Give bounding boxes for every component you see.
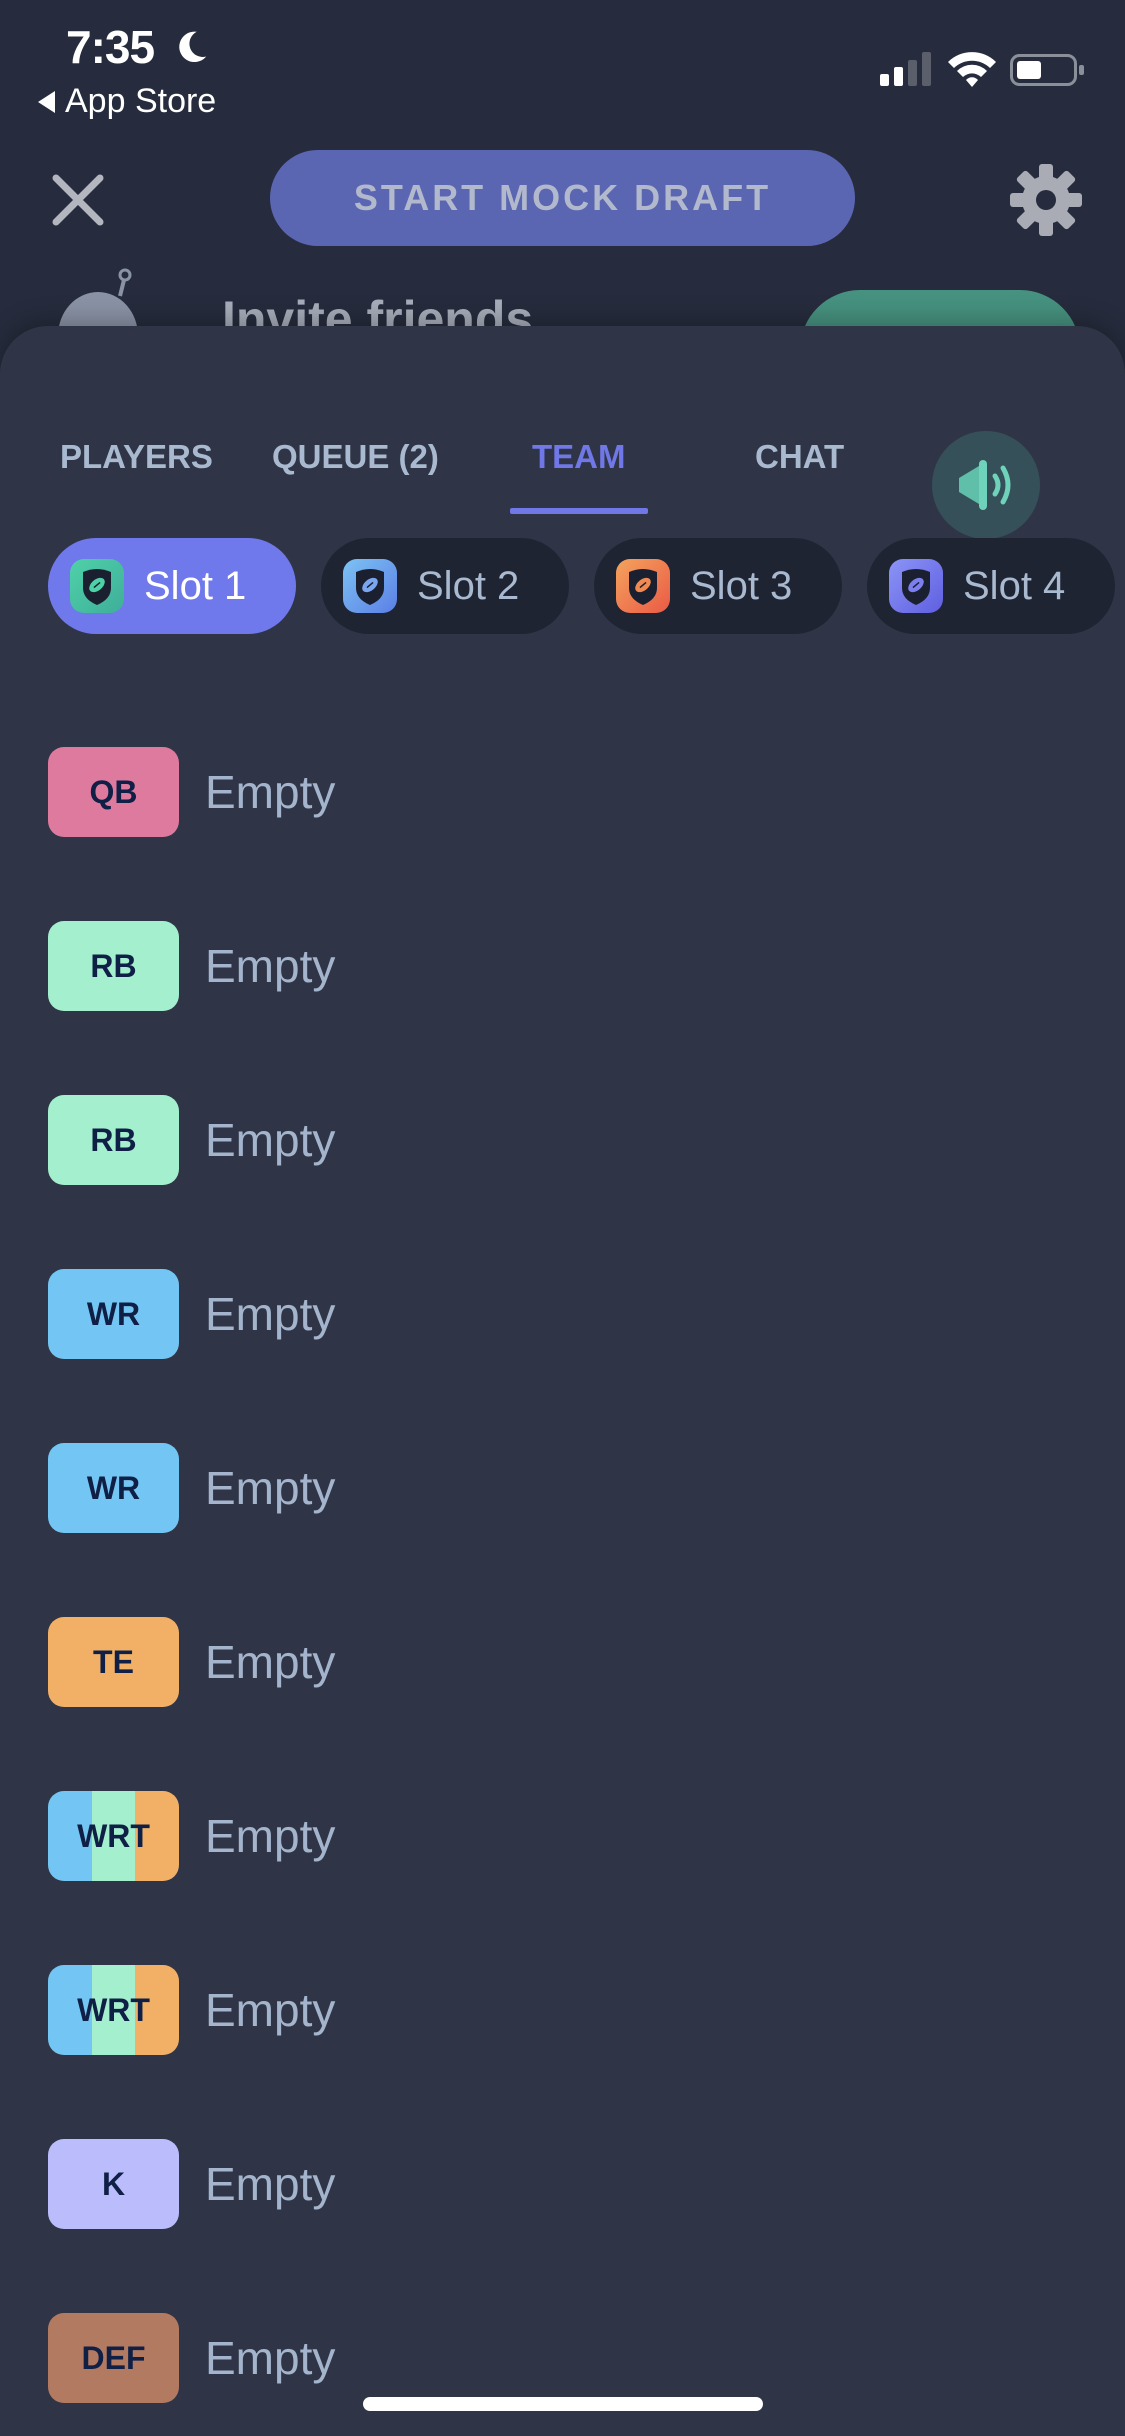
tab-chat[interactable]: CHAT [755,438,844,476]
roster-row-wr[interactable]: WR Empty [48,1443,335,1533]
position-label: RB [90,1121,137,1158]
player-name: Empty [205,940,336,992]
roster-row-qb[interactable]: QB Empty [48,747,335,837]
slot-chip-2[interactable]: Slot 2 [321,538,569,634]
tab-queue[interactable]: QUEUE (2) [272,438,439,476]
home-indicator[interactable] [363,2397,763,2411]
status-bar: 7:35 App Store [0,0,1125,120]
position-badge: RB [48,1095,179,1185]
player-name: Empty [205,766,336,818]
player-name: Empty [205,2332,336,2384]
slot-chip-3[interactable]: Slot 3 [594,538,842,634]
back-arrow-icon [38,90,55,113]
position-label: RB [90,947,137,984]
position-label: WRT [77,1817,150,1854]
roster-row-wrt[interactable]: WRT Empty [48,1791,335,1881]
back-to-app-store[interactable]: App Store [38,82,216,121]
position-label: K [101,2165,126,2202]
roster-row-rb[interactable]: RB Empty [48,921,335,1011]
slot-label: Slot 4 [963,563,1066,608]
player-name: Empty [205,1984,336,2036]
draft-sheet: PLAYERS QUEUE (2) TEAM CHAT Slot 1 Slot 2… [0,326,1125,2436]
slot-selector: Slot 1 Slot 2 Slot 3 Slot 4 [0,538,1125,638]
roster-row-te[interactable]: TE Empty [48,1617,335,1707]
gear-icon[interactable] [1008,162,1084,238]
position-label: QB [89,773,138,810]
position-badge: QB [48,747,179,837]
back-app-label: App Store [65,82,217,120]
team-shield-icon [889,559,943,613]
start-mock-draft-button[interactable]: START MOCK DRAFT [270,150,855,246]
top-bar: START MOCK DRAFT [0,140,1125,260]
close-icon[interactable] [48,170,108,230]
sound-toggle-button[interactable] [932,431,1040,539]
position-badge: WR [48,1269,179,1359]
roster-row-def[interactable]: DEF Empty [48,2313,335,2403]
roster-row-k[interactable]: K Empty [48,2139,335,2229]
player-name: Empty [205,1810,336,1862]
position-badge: WRT [48,1791,179,1881]
team-shield-icon [70,559,124,613]
slot-label: Slot 1 [144,563,247,608]
roster-row-rb[interactable]: RB Empty [48,1095,335,1185]
position-label: WR [86,1295,141,1332]
position-badge: WRT [48,1965,179,2055]
position-label: DEF [81,2339,146,2376]
position-badge: WR [48,1443,179,1533]
position-badge: DEF [48,2313,179,2403]
slot-chip-1[interactable]: Slot 1 [48,538,296,634]
player-name: Empty [205,1114,336,1166]
position-label: WRT [77,1991,150,2028]
player-name: Empty [205,1462,336,1514]
status-time: 7:35 [66,21,155,73]
slot-chip-4[interactable]: Slot 4 [867,538,1115,634]
position-badge: K [48,2139,179,2229]
tab-players[interactable]: PLAYERS [60,438,213,476]
slot-label: Slot 3 [690,563,793,608]
tab-bar: PLAYERS QUEUE (2) TEAM CHAT [0,376,1125,539]
player-name: Empty [205,1288,336,1340]
position-label: WR [86,1469,141,1506]
player-name: Empty [205,2158,336,2210]
roster-row-wrt[interactable]: WRT Empty [48,1965,335,2055]
moon-icon [179,31,207,63]
position-badge: RB [48,921,179,1011]
wifi-icon [948,52,996,87]
speaker-icon [959,460,1011,510]
position-label: TE [93,1643,134,1680]
position-badge: TE [48,1617,179,1707]
roster-row-wr[interactable]: WR Empty [48,1269,335,1359]
slot-label: Slot 2 [417,563,520,608]
tab-team[interactable]: TEAM [532,438,626,476]
team-shield-icon [343,559,397,613]
active-tab-indicator [510,508,648,514]
cellular-signal-icon [880,52,931,86]
player-name: Empty [205,1636,336,1688]
battery-icon [1010,54,1084,86]
team-shield-icon [616,559,670,613]
